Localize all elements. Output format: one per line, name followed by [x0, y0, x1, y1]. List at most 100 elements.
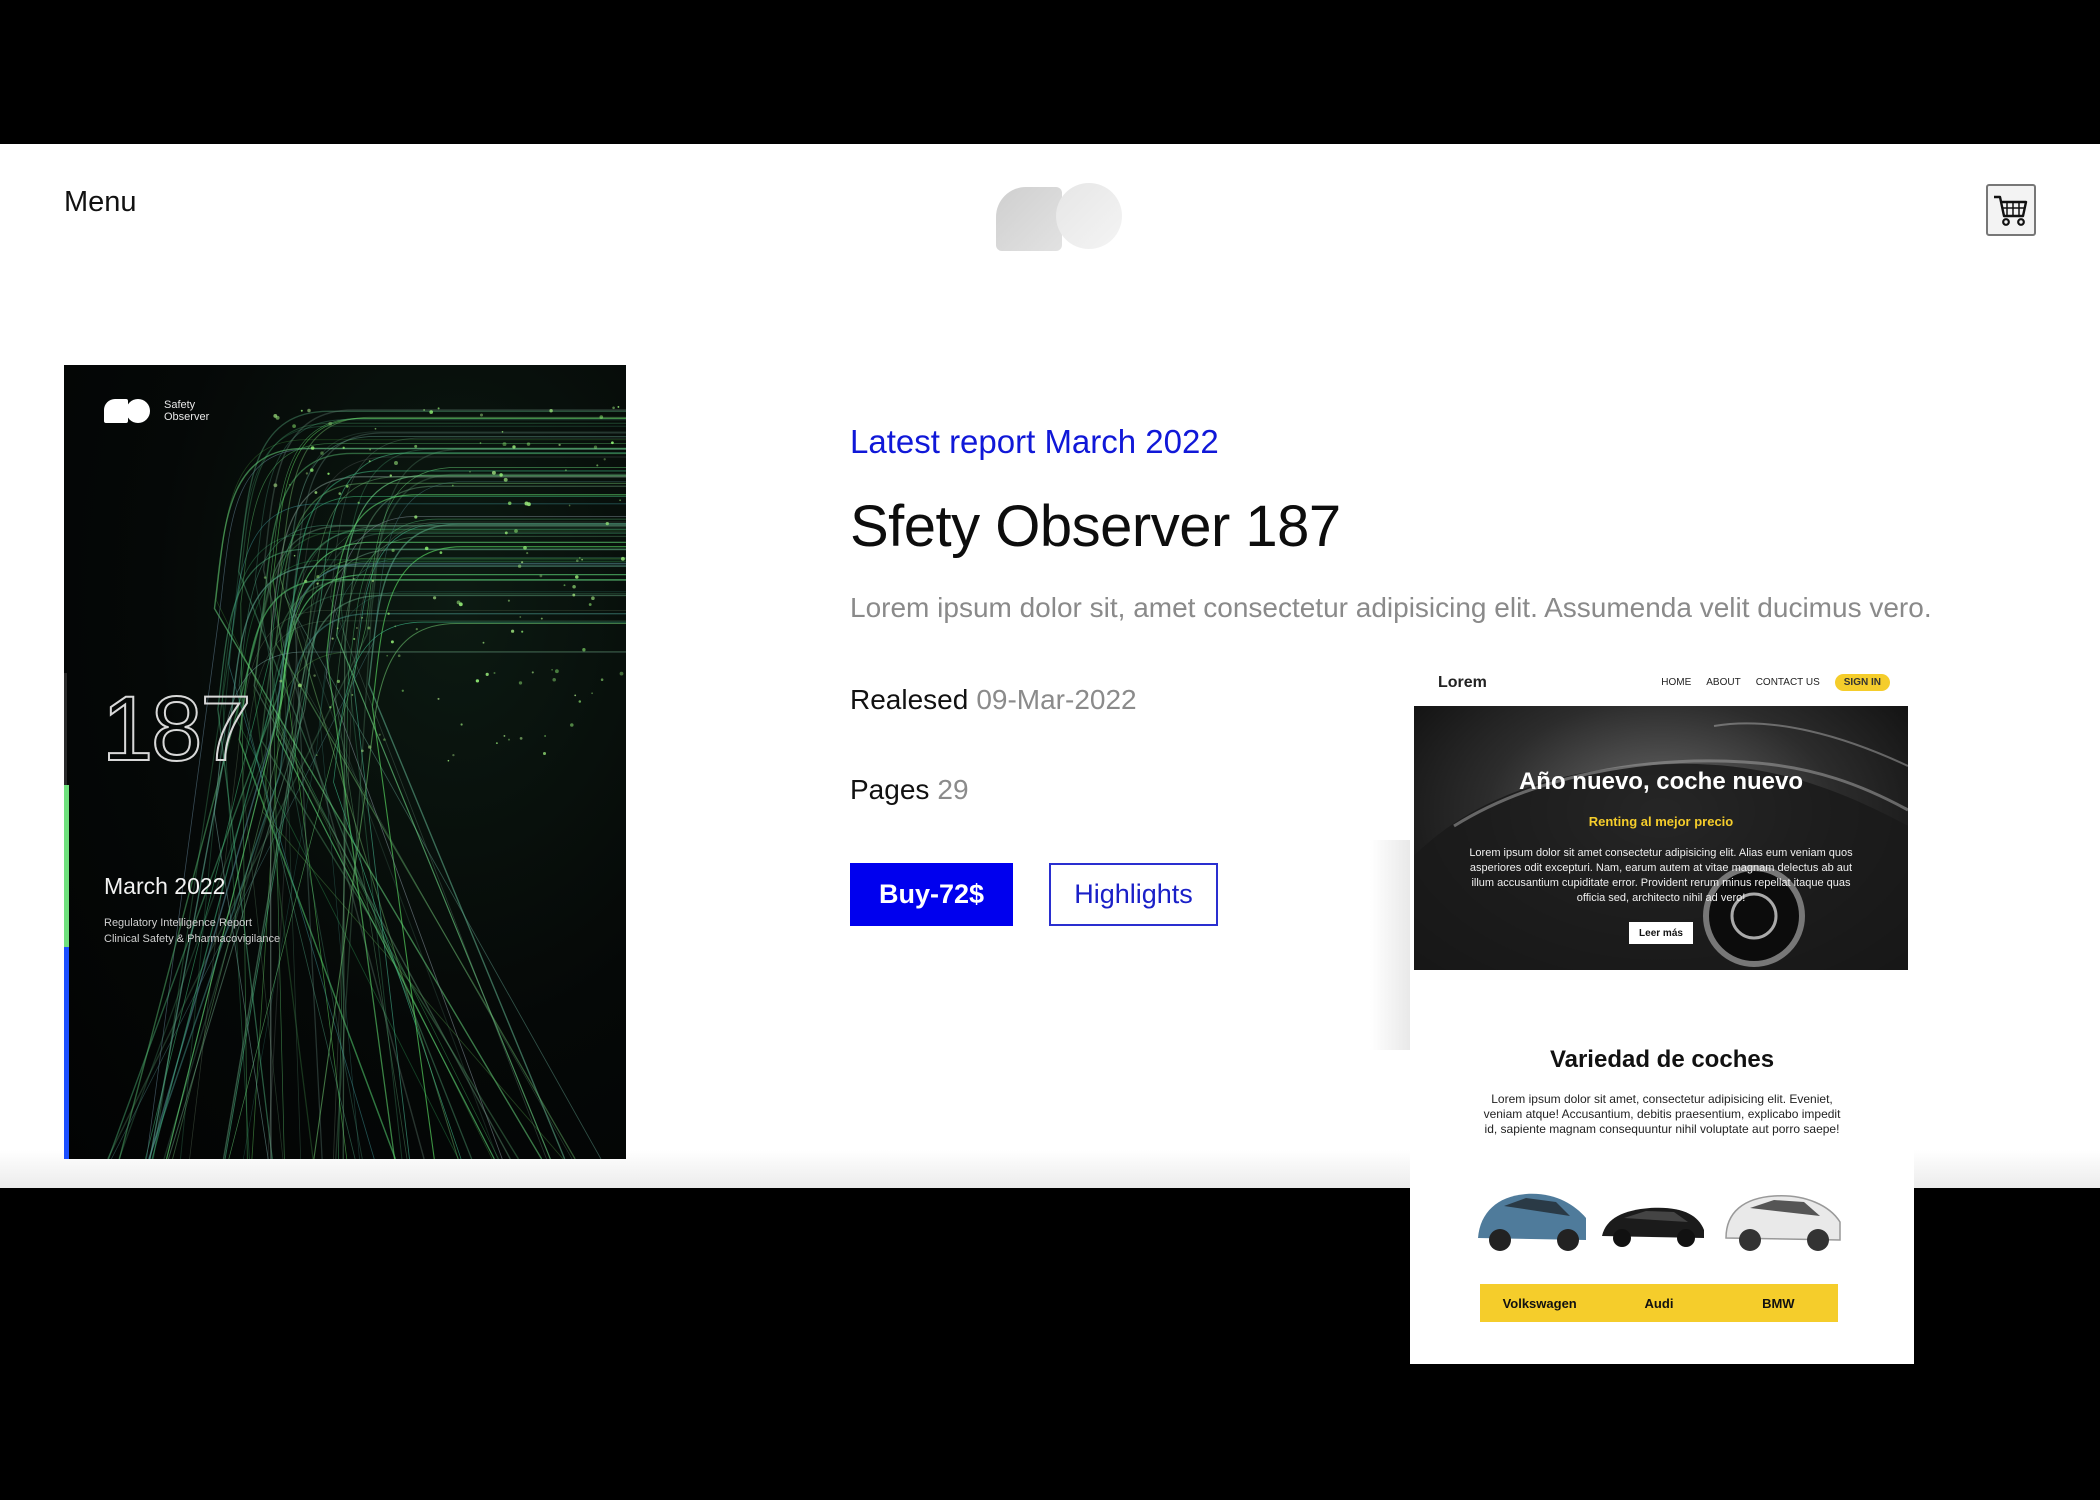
mockup-nav-about[interactable]: ABOUT: [1706, 677, 1740, 688]
circuit-dot: [582, 648, 586, 652]
circuit-dot: [293, 554, 296, 557]
circuit-dot: [491, 470, 496, 475]
circuit-dot: [479, 413, 484, 417]
circuit-dot: [394, 625, 397, 628]
circuit-dot: [617, 405, 620, 408]
circuit-dot: [524, 501, 529, 506]
circuit-dot: [383, 738, 386, 741]
circuit-dot: [414, 444, 418, 448]
circuit-dot: [520, 561, 524, 564]
circuit-dot: [526, 442, 531, 446]
circuit-dot: [316, 575, 320, 579]
report-description: Lorem ipsum dolor sit, amet consectetur …: [850, 592, 1932, 623]
cover-issue-number: 187: [101, 677, 252, 781]
circuit-line: [368, 523, 626, 1159]
brand-audi[interactable]: Audi: [1599, 1284, 1718, 1322]
cover-subtitle: Regulatory Intelligence Report Clinical …: [104, 915, 384, 947]
report-kicker: Latest report March 2022: [850, 423, 1219, 460]
circuit-dot: [499, 473, 503, 477]
mockup-nav-home[interactable]: HOME: [1661, 677, 1691, 688]
circuit-dot: [540, 617, 543, 620]
circuit-dot: [518, 681, 523, 685]
circuit-dot: [336, 627, 339, 630]
circuit-dot: [329, 706, 332, 709]
circuit-dot: [316, 582, 319, 585]
circuit-dot: [451, 484, 454, 487]
circuit-dot: [599, 415, 604, 419]
circuit-dot: [523, 545, 527, 550]
circuit-dot: [507, 738, 511, 741]
circuit-dot: [619, 499, 621, 502]
circuit-dot: [502, 442, 507, 447]
cover-accent-bar-blue: [64, 947, 69, 1159]
pages-count: 29: [937, 774, 969, 805]
circuit-dot: [493, 671, 496, 675]
circuit-dot: [479, 442, 482, 444]
cover-subtitle-line: Clinical Safety & Pharmacovigilance: [104, 933, 281, 945]
mockup-hero-image: Año nuevo, coche nuevo Renting al mejor …: [1414, 706, 1908, 970]
circuit-dot: [386, 654, 389, 657]
website-mockup: Lorem HOME ABOUT CONTACT US SIGN IN Año …: [1410, 664, 1914, 1364]
circuit-dot: [555, 669, 559, 674]
cover-month: March 2022: [104, 873, 226, 899]
circuit-dot: [600, 678, 604, 681]
circuit-dot: [519, 616, 522, 618]
circuit-dot: [310, 468, 314, 472]
circuit-dot: [452, 753, 455, 757]
bmw-car-icon: [1725, 1195, 1841, 1251]
circuit-dot: [387, 612, 390, 615]
circuit-dot: [503, 734, 506, 737]
circuit-dot: [305, 472, 309, 475]
mockup-brand: Lorem: [1438, 674, 1487, 691]
cart-button[interactable]: [1986, 184, 2036, 236]
circuit-dot: [551, 668, 553, 671]
brand-bmw[interactable]: BMW: [1719, 1284, 1838, 1322]
report-cover-image[interactable]: Safety Observer 187 March 2022 Regulator…: [64, 365, 626, 1159]
circuit-dot: [591, 692, 593, 695]
circuit-line: [146, 448, 626, 1159]
circuit-dot: [572, 593, 576, 597]
circuit-dot: [397, 654, 401, 658]
circuit-line: [284, 435, 626, 1159]
highlights-button[interactable]: Highlights: [1049, 863, 1218, 926]
circuit-dot: [501, 430, 504, 433]
circuit-dot: [531, 671, 534, 674]
circuit-dot: [368, 460, 371, 463]
circuit-dot: [415, 627, 418, 631]
circuit-dot: [539, 574, 543, 578]
car-models-graphic: [1478, 1193, 1841, 1251]
mockup-nav-contact[interactable]: CONTACT US: [1756, 677, 1820, 688]
mockup-signin-button[interactable]: SIGN IN: [1834, 674, 1890, 691]
circuit-dot: [469, 470, 471, 473]
mockup-read-more-button[interactable]: Leer más: [1629, 922, 1693, 944]
circuit-dot: [510, 629, 515, 633]
circuit-dot: [304, 579, 308, 583]
circuit-dot: [351, 693, 354, 696]
circuit-line: [340, 448, 626, 1159]
mockup-hero-title: Año nuevo, coche nuevo: [1518, 768, 1804, 795]
menu-button[interactable]: Menu: [64, 186, 137, 219]
buy-button[interactable]: Buy-72$: [850, 863, 1013, 926]
brand-volkswagen[interactable]: Volkswagen: [1480, 1284, 1599, 1322]
circuit-dot: [378, 733, 381, 736]
circuit-dot: [485, 672, 489, 676]
circuit-dot: [414, 515, 418, 519]
circuit-dot: [460, 723, 463, 726]
cover-subtitle-line: Regulatory Intelligence Report: [104, 917, 252, 929]
circuit-dot: [576, 559, 579, 562]
circuit-dot: [328, 421, 333, 426]
released-date: 09-Mar-2022: [976, 684, 1137, 715]
circuit-dot: [394, 461, 398, 465]
circuit-line: [148, 562, 626, 1159]
circuit-dot: [367, 745, 372, 749]
circuit-line: [260, 579, 626, 1159]
so-logo-icon[interactable]: [996, 183, 1126, 251]
circuit-dot: [297, 683, 302, 688]
circuit-dot: [504, 531, 508, 535]
circuit-dot: [612, 406, 615, 410]
circuit-dot: [424, 546, 429, 551]
circuit-dot: [314, 491, 318, 494]
pages-info: Pages 29: [850, 774, 969, 806]
circuit-dot: [578, 700, 582, 703]
circuit-dot: [507, 501, 512, 506]
